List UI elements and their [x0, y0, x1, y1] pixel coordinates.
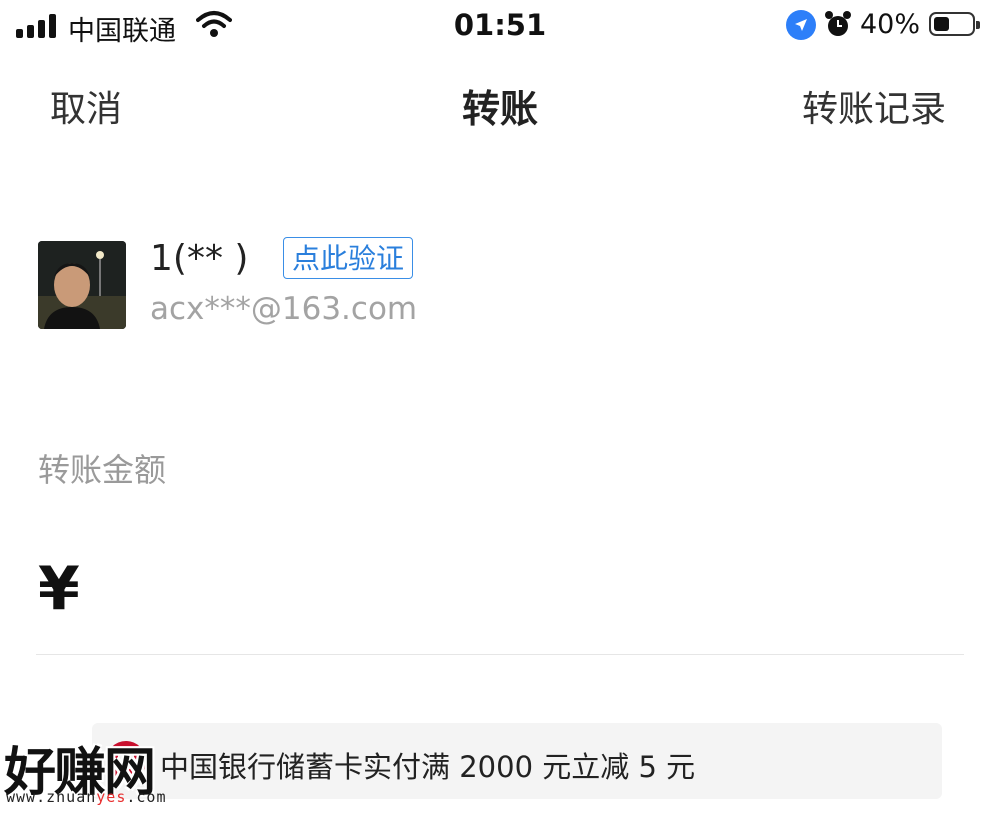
- status-bar: 中国联通 01:51 40%: [0, 0, 1000, 52]
- verify-button[interactable]: 点此验证: [283, 237, 414, 279]
- transfer-history-button[interactable]: 转账记录: [802, 80, 946, 132]
- payee-name: 1(** ): [150, 238, 249, 279]
- location-icon: [786, 10, 816, 40]
- amount-label: 转账金额: [38, 451, 167, 489]
- battery-icon: [929, 12, 980, 36]
- battery-percent: 40%: [860, 9, 921, 40]
- avatar: [38, 241, 126, 329]
- alarm-icon: [825, 11, 851, 36]
- divider: [36, 654, 964, 655]
- promo-text: 中国银行储蓄卡实付满 2000 元立减 5 元: [160, 750, 696, 784]
- currency-symbol: ¥: [38, 554, 80, 624]
- watermark-url: www.zhuanyes.com: [6, 788, 167, 806]
- amount-input[interactable]: [96, 560, 960, 632]
- watermark: 好赚网 www.zhuanyes.com: [4, 730, 204, 816]
- payee-account: acx***@163.com: [150, 291, 418, 327]
